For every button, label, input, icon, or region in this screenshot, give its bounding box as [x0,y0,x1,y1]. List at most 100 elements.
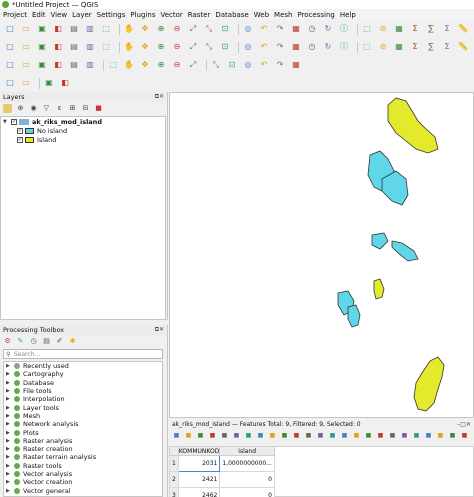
menu-database[interactable]: Database [215,11,248,19]
glasses-icon[interactable]: Σ [441,41,453,53]
toolbox-item[interactable]: ▶ Vector creation [4,478,162,486]
menu-vector[interactable]: Vector [160,11,182,19]
no-island-polygon[interactable] [391,240,419,262]
actions-icon[interactable]: ■ [424,432,433,441]
form-view-icon[interactable]: ■ [460,432,469,441]
paste-icon[interactable]: ■ [268,432,277,441]
zoom-next-icon[interactable]: ↷ [274,23,286,35]
spectacles-icon[interactable]: ∑ [425,41,437,53]
legend-class-row[interactable]: ✓ No island [1,126,165,135]
merge-icon[interactable]: ✋ [123,59,135,71]
menu-mesh[interactable]: Mesh [274,11,292,19]
no-island-polygon[interactable] [371,232,389,250]
dock-icon[interactable]: ■ [436,432,445,441]
new-shapefile-icon[interactable]: ▣ [36,41,48,53]
copy-icon[interactable]: ■ [256,432,265,441]
toolbox-search-input[interactable]: ⚲ Search... [3,349,163,359]
label-props-icon[interactable]: ⬚ [361,41,373,53]
cell-island[interactable]: 0 [219,487,275,497]
edit-icon[interactable]: ⬚ [100,41,112,53]
add-group-icon[interactable]: ⊕ [16,104,25,113]
scale-icon[interactable]: ◧ [59,77,71,89]
expand-arrow-icon[interactable]: ▶ [6,363,11,369]
menu-edit[interactable]: Edit [32,11,46,19]
toolbox-item[interactable]: ▶ Mesh [4,412,162,420]
save-project-icon[interactable]: ▣ [36,23,48,35]
paste-icon[interactable]: ⊡ [219,41,231,53]
expand-arrow-icon[interactable]: ▶ [6,446,11,452]
expand-arrow-icon[interactable]: ▶ [6,371,11,377]
open-styling-icon[interactable] [3,104,12,113]
toolbox-item[interactable]: ▶ Interpolation [4,395,162,403]
advanced-digitize-icon[interactable]: ▭ [20,59,32,71]
new-field-icon[interactable]: ■ [376,432,385,441]
expand-arrow-icon[interactable]: ▶ [6,388,11,394]
toolbox-item[interactable]: ▶ Layer tools [4,403,162,412]
row-number[interactable]: 1 [169,455,179,472]
statistics-icon[interactable]: Σ [409,23,421,35]
deselect-icon[interactable]: ⊘ [377,23,389,35]
history-icon[interactable]: ◷ [29,337,38,346]
delete-field-icon[interactable]: ■ [388,432,397,441]
cell-kommunkod[interactable]: 2462 [177,487,221,497]
reload-icon[interactable]: ■ [208,432,217,441]
toolbox-item[interactable]: ▶ Vector general [4,486,162,495]
cell-kommunkod[interactable]: 2421 [177,471,221,488]
select-expression-icon[interactable]: ■ [280,432,289,441]
window-controls-icon[interactable]: –□✕ [457,421,471,428]
rotate-label-icon[interactable]: ⓘ [338,41,350,53]
gps-icon[interactable]: □ [4,59,16,71]
data-source-manager-icon[interactable]: □ [4,41,16,53]
zoom-to-selection-icon[interactable]: ■ [364,432,373,441]
field-calculator-icon[interactable]: ■ [400,432,409,441]
select-icon[interactable]: ⬚ [361,23,373,35]
delete-ring-icon[interactable]: ⤢ [187,59,199,71]
toolbox-item[interactable]: ▶ File tools [4,387,162,395]
expand-arrow-icon[interactable]: ▶ [6,413,11,419]
new-virtual-layer-icon[interactable]: ▤ [68,41,80,53]
column-header-kommunkod[interactable]: KOMMUNKOD [177,446,221,456]
row-number[interactable]: 3 [169,487,179,497]
expand-arrow-icon[interactable]: ▶ [6,405,11,411]
measure-icon[interactable]: 📏 [457,23,469,35]
topology-icon[interactable]: ◧ [52,59,64,71]
toolbox-item[interactable]: ▶ Raster terrain analysis [4,453,162,461]
save-as-icon[interactable]: ◧ [52,23,64,35]
rotate-icon[interactable]: ✥ [139,59,151,71]
island-polygon[interactable] [413,356,445,412]
plugin-icon[interactable]: Σ [409,41,421,53]
panel-close-icon[interactable]: ⧉✕ [155,326,164,334]
print-layout-icon[interactable]: ▤ [68,23,80,35]
toggle-edit-icon[interactable]: ■ [172,432,181,441]
copy-icon[interactable]: ⤡ [203,41,215,53]
vertex-icon[interactable]: 📏 [457,41,469,53]
select-all-icon[interactable]: ■ [292,432,301,441]
cell-island[interactable]: 1,0000000000... [219,455,275,472]
simplify-icon[interactable]: ⊕ [155,59,167,71]
calculator-icon[interactable]: ∑ [425,23,437,35]
panel-close-icon[interactable]: ⧉✕ [155,93,164,101]
split-parts-icon[interactable]: ◎ [242,59,254,71]
identify-icon[interactable]: ⓘ [338,23,350,35]
expand-arrow-icon[interactable]: ▶ [6,479,11,485]
column-header-island[interactable]: island [219,446,275,456]
add-ring-icon[interactable]: ⊖ [171,59,183,71]
redo-icon[interactable]: ↶ [258,41,270,53]
vertex-tool-icon[interactable]: ⊕ [155,41,167,53]
expand-arrow-icon[interactable]: ▶ [6,488,11,494]
table-row[interactable]: 3 2462 0 [169,487,275,497]
menu-plugins[interactable]: Plugins [130,11,155,19]
collapse-arrow-icon[interactable]: ▼ [3,119,8,125]
offset-curve-icon[interactable]: ⊡ [226,59,238,71]
layout-manager-icon[interactable]: ▥ [84,23,96,35]
offset-icon[interactable]: ▤ [68,59,80,71]
toolbox-item[interactable]: ▶ Database [4,379,162,387]
deselect-icon[interactable]: ■ [316,432,325,441]
pin-label-icon[interactable]: ▦ [290,41,302,53]
grass-icon[interactable]: ▣ [43,77,55,89]
zoom-native-icon[interactable]: ◎ [242,23,254,35]
manage-visibility-icon[interactable]: ◉ [29,104,38,113]
new-project-icon[interactable]: □ [4,23,16,35]
add-feature-icon[interactable]: ■ [220,432,229,441]
island-polygon[interactable] [387,97,439,154]
